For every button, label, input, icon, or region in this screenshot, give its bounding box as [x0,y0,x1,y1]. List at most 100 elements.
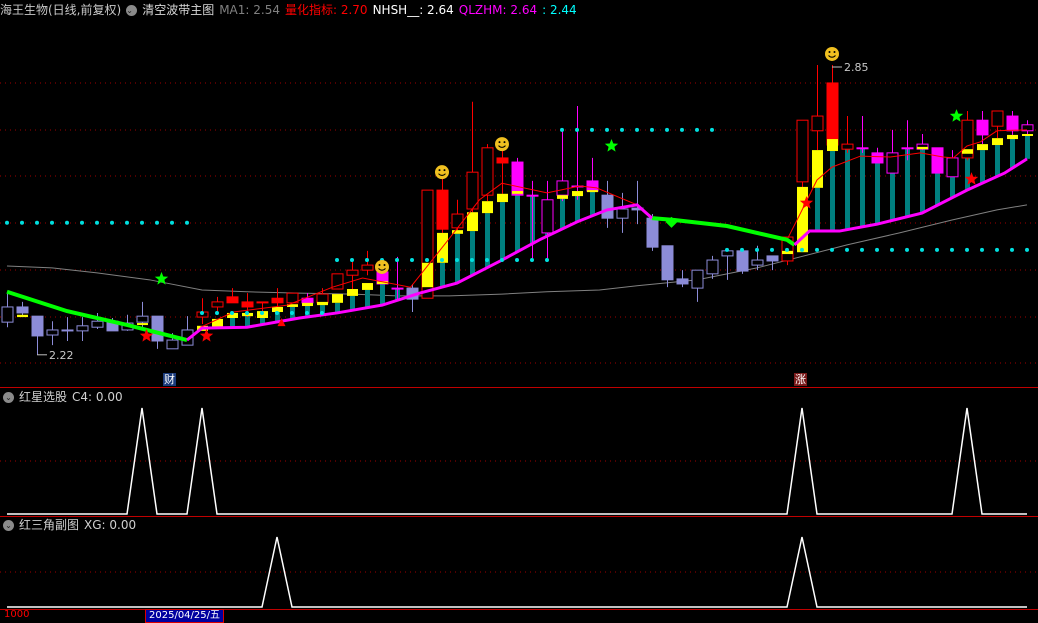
smiley-eye [828,50,831,53]
candle-body [751,259,764,266]
teal-bar [890,173,895,221]
cyan-dot [800,247,804,252]
cyan-dot [65,220,69,225]
indicator-name[interactable]: 清空波带主图 [142,2,214,19]
kline-chart[interactable]: 2.85 2.22 [0,0,1038,615]
qlzhm-value-2: : 2.44 [542,2,577,17]
yellow-marker [812,150,823,188]
candle-body [556,180,569,196]
sub1-title[interactable]: 红星选股 [19,389,67,405]
cyan-dot [365,258,369,263]
yellow-marker [917,146,928,150]
cyan-dot [455,258,459,263]
candle [271,288,284,307]
candle [736,250,749,274]
yellow-marker [512,191,523,194]
yellow-marker [977,144,988,151]
candle [871,147,884,164]
cyan-dot [950,247,954,252]
candle-body [451,213,464,229]
yellow-marker [992,138,1003,146]
event-tag-finance[interactable]: 财 [163,373,176,386]
cyan-dot [1025,247,1029,252]
cyan-dot [605,127,609,132]
teal-bar [575,196,580,222]
nhsh-value: NHSH__: 2.64 [372,2,454,17]
teal-bar [995,145,1000,177]
event-tag-rise[interactable]: 涨 [794,373,807,386]
candle-body [841,143,854,150]
candle-body [526,194,539,197]
candle-body [31,315,44,337]
sub1-header: ⌄ 红星选股 C4: 0.00 [3,389,123,405]
teal-bar [590,191,595,216]
candle-body [346,269,359,276]
candle-body [676,278,689,285]
cyan-dot [335,258,339,263]
short-ma-line [200,182,638,328]
sub2-header: ⌄ 红三角副图 XG: 0.00 [3,517,136,533]
candle [226,288,239,304]
candle [676,270,689,288]
candle-body [946,157,959,178]
candle [631,180,644,225]
candle [586,157,599,192]
candle-body [586,180,599,192]
candle [346,261,359,290]
candle-body [16,306,29,314]
candle [256,301,269,313]
candle-body [796,119,809,183]
teal-bar [515,193,520,252]
yellow-marker [467,212,478,232]
candle [1006,111,1019,135]
yellow-marker [827,139,838,152]
sub2-value: XG: 0.00 [84,518,137,532]
yellow-marker [317,301,328,306]
candle-body [1006,115,1019,132]
sub2-dropdown-icon[interactable]: ⌄ [3,519,14,531]
yellow-marker [17,314,28,318]
candle [436,175,449,233]
candle-body [736,250,749,272]
teal-bar [920,149,925,214]
teal-bar [380,283,385,306]
candle [721,250,734,280]
candle [796,119,809,188]
cyan-dot [1010,247,1014,252]
candle-body [211,301,224,308]
candle [931,147,944,174]
sub2-title[interactable]: 红三角副图 [19,517,79,533]
low-price-label: 2.22 [49,349,74,362]
candle [316,288,329,304]
teal-bar [1025,135,1030,159]
candle [46,321,59,346]
cyan-dot [95,220,99,225]
cyan-dot [620,127,624,132]
candle-body [646,217,659,248]
cyan-dot [590,127,594,132]
sub1-dropdown-icon[interactable]: ⌄ [3,391,14,403]
teal-bar [815,187,820,232]
candle-body [991,110,1004,127]
cyan-dot [890,247,894,252]
cyan-dot [215,310,219,315]
cyan-dot [350,258,354,263]
candle-body [706,259,719,275]
cyan-dot [5,220,9,225]
support-line [186,203,653,342]
candle [886,129,899,174]
teal-bar [470,231,475,276]
cyan-dot [740,247,744,252]
teal-bar [500,202,505,261]
indicator-dropdown-icon[interactable]: ⌄ [126,4,138,16]
cyan-dot [755,247,759,252]
cyan-dot [140,220,144,225]
yellow-marker [557,195,568,199]
ma1-value: MA1: 2.54 [219,2,280,17]
candle [451,199,464,231]
cyan-dot [980,247,984,252]
candle [481,144,494,202]
cyan-dot [965,247,969,252]
cyan-dot [515,258,519,263]
candle-body [616,208,629,219]
